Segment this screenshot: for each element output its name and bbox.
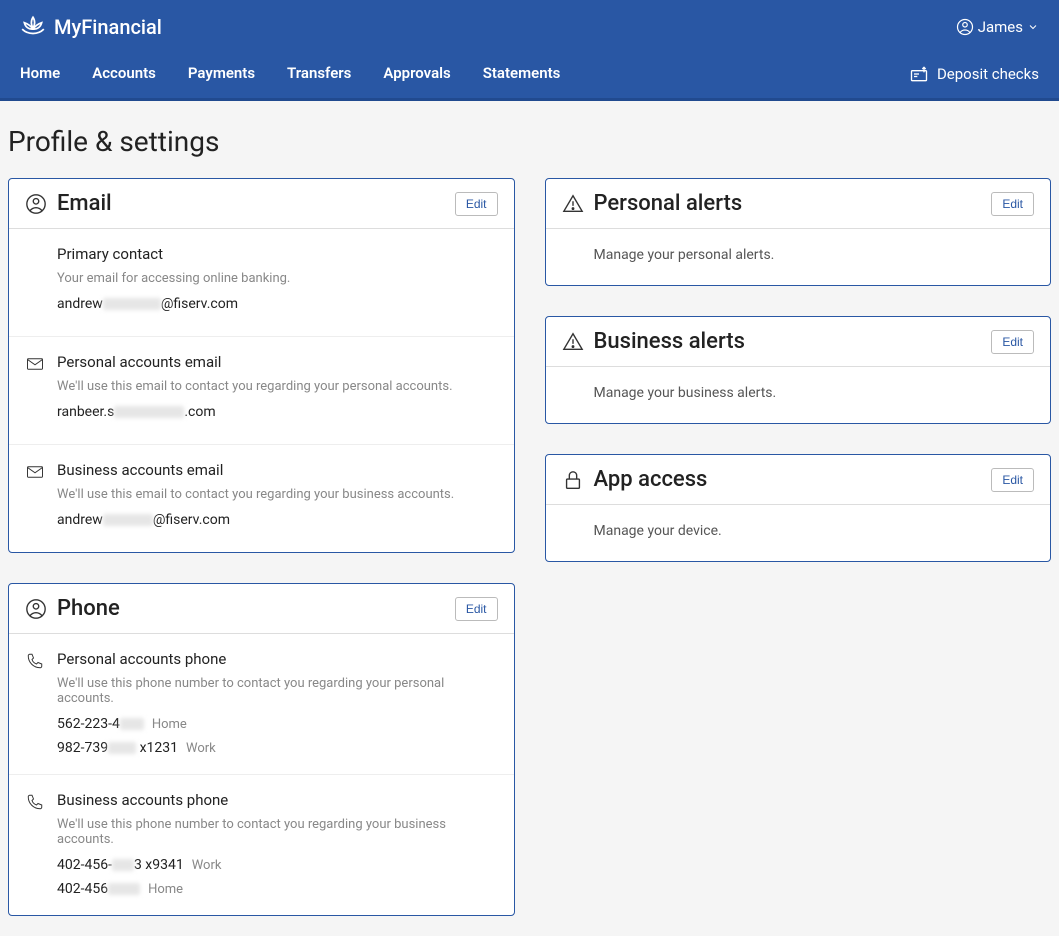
- edit-personal-alerts-button[interactable]: Edit: [991, 192, 1034, 216]
- lotus-icon: [20, 14, 46, 40]
- email-card: Email Edit Primary contact Your email fo…: [8, 178, 515, 553]
- redacted-text: [112, 859, 134, 871]
- user-menu[interactable]: James: [956, 18, 1039, 36]
- business-alerts-card: Business alerts Edit Manage your busines…: [545, 316, 1052, 424]
- personal-email-value: ranbeer.s.com: [57, 404, 498, 420]
- phone-entry: 402-456-3 x9341 Work: [57, 857, 498, 873]
- business-email-desc: We'll use this email to contact you rega…: [57, 487, 498, 502]
- nav-payments[interactable]: Payments: [188, 50, 255, 98]
- brand-name: MyFinancial: [54, 15, 162, 39]
- app-header: MyFinancial James Home Accounts Payments…: [0, 0, 1059, 101]
- phone-card: Phone Edit Personal accounts phone We'll…: [8, 583, 515, 916]
- personal-phone-section: Personal accounts phone We'll use this p…: [9, 634, 514, 775]
- redacted-text: [108, 883, 140, 895]
- primary-contact-title: Primary contact: [57, 245, 498, 263]
- edit-phone-button[interactable]: Edit: [455, 597, 498, 621]
- user-icon: [25, 193, 47, 215]
- phone-entry: 562-223-4 Home: [57, 716, 498, 732]
- phone-card-title: Phone: [57, 596, 120, 621]
- phone-entry: 982-739 x1231 Work: [57, 740, 498, 756]
- redacted-text: [103, 514, 153, 526]
- edit-email-button[interactable]: Edit: [455, 192, 498, 216]
- page-title: Profile & settings: [8, 125, 1051, 158]
- deposit-checks-label: Deposit checks: [937, 65, 1039, 83]
- edit-app-access-button[interactable]: Edit: [991, 468, 1034, 492]
- nav-accounts[interactable]: Accounts: [92, 50, 156, 98]
- mail-icon: [25, 463, 45, 485]
- business-phone-section: Business accounts phone We'll use this p…: [9, 775, 514, 915]
- nav-approvals[interactable]: Approvals: [383, 50, 450, 98]
- alert-triangle-icon: [562, 193, 584, 215]
- business-email-title: Business accounts email: [57, 461, 498, 479]
- business-email-section: Business accounts email We'll use this e…: [9, 445, 514, 552]
- personal-phone-title: Personal accounts phone: [57, 650, 498, 668]
- alert-triangle-icon: [562, 331, 584, 353]
- business-alerts-body: Manage your business alerts.: [546, 367, 1051, 423]
- app-access-title: App access: [594, 467, 708, 492]
- nav-home[interactable]: Home: [20, 50, 60, 98]
- primary-contact-value: andrew@fiserv.com: [57, 296, 498, 312]
- redacted-text: [108, 742, 136, 754]
- business-email-value: andrew@fiserv.com: [57, 512, 498, 528]
- chevron-down-icon: [1027, 21, 1039, 33]
- deposit-checks-link[interactable]: Deposit checks: [909, 64, 1039, 84]
- main-nav: Home Accounts Payments Transfers Approva…: [0, 50, 1059, 98]
- phone-icon: [25, 652, 45, 674]
- email-card-title: Email: [57, 191, 112, 216]
- lock-icon: [562, 469, 584, 491]
- personal-email-title: Personal accounts email: [57, 353, 498, 371]
- deposit-check-icon: [909, 64, 929, 84]
- redacted-text: [120, 718, 144, 730]
- redacted-text: [114, 406, 184, 418]
- edit-business-alerts-button[interactable]: Edit: [991, 330, 1034, 354]
- personal-alerts-card: Personal alerts Edit Manage your persona…: [545, 178, 1052, 286]
- brand-logo[interactable]: MyFinancial: [20, 14, 162, 40]
- user-icon: [25, 598, 47, 620]
- personal-email-desc: We'll use this email to contact you rega…: [57, 379, 498, 394]
- personal-alerts-body: Manage your personal alerts.: [546, 229, 1051, 285]
- personal-phone-desc: We'll use this phone number to contact y…: [57, 676, 498, 706]
- nav-transfers[interactable]: Transfers: [287, 50, 351, 98]
- primary-contact-desc: Your email for accessing online banking.: [57, 271, 498, 286]
- nav-statements[interactable]: Statements: [483, 50, 561, 98]
- business-phone-desc: We'll use this phone number to contact y…: [57, 817, 498, 847]
- business-phone-title: Business accounts phone: [57, 791, 498, 809]
- redacted-text: [103, 298, 161, 310]
- primary-contact-section: Primary contact Your email for accessing…: [9, 229, 514, 337]
- business-alerts-title: Business alerts: [594, 329, 745, 354]
- user-name: James: [978, 18, 1023, 36]
- user-circle-icon: [956, 18, 974, 36]
- app-access-card: App access Edit Manage your device.: [545, 454, 1052, 562]
- personal-email-section: Personal accounts email We'll use this e…: [9, 337, 514, 445]
- phone-entry: 402-456 Home: [57, 881, 498, 897]
- phone-icon: [25, 793, 45, 815]
- mail-icon: [25, 355, 45, 377]
- personal-alerts-title: Personal alerts: [594, 191, 743, 216]
- app-access-body: Manage your device.: [546, 505, 1051, 561]
